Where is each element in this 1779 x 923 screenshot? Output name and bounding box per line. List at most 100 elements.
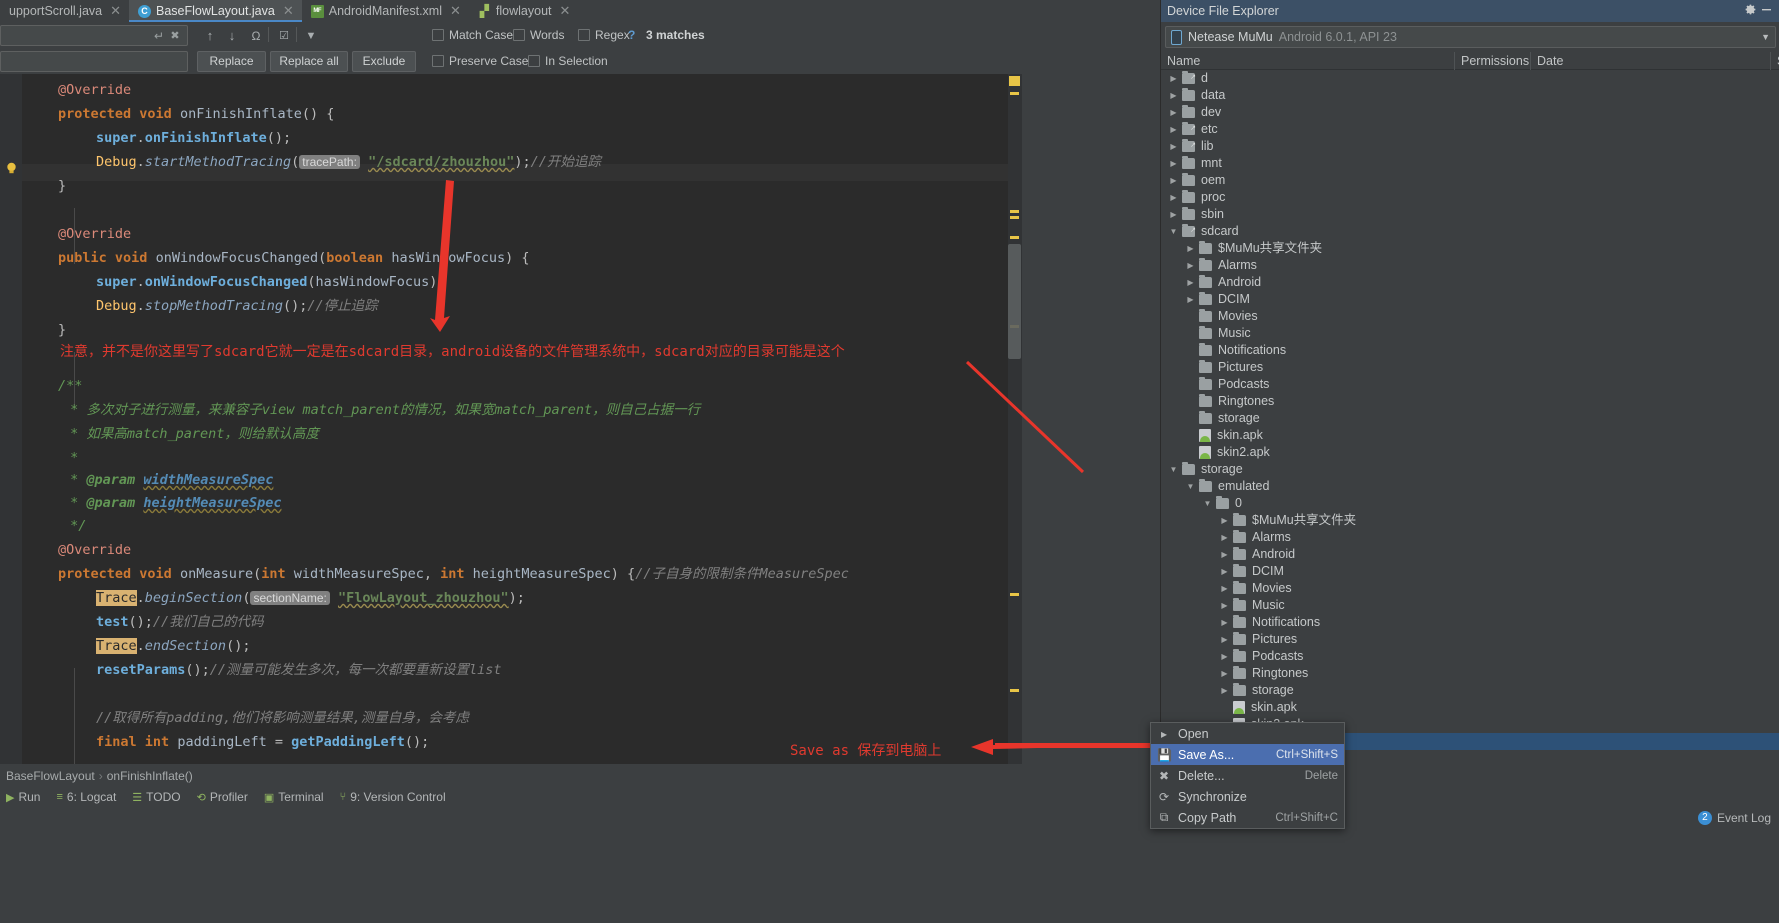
tree-row[interactable]: ▼storagedrwxr-xr-x2019-08-25 13:10	[1161, 461, 1779, 478]
tree-row[interactable]: ▶storagedrwxrwx--x2019-03-05 01:11	[1161, 682, 1779, 699]
marker[interactable]	[1010, 210, 1019, 213]
marker[interactable]	[1010, 216, 1019, 219]
tree-row[interactable]: ▶skin.apk-rw-rw----2019-03-05 01:191.7 M…	[1161, 427, 1779, 444]
chevron-right-icon[interactable]: ▶	[1169, 189, 1178, 206]
close-tab-icon[interactable]: ✕	[560, 3, 571, 19]
find-all-icon[interactable]: Ω	[248, 28, 264, 44]
event-log-button[interactable]: 2 Event Log	[1697, 811, 1771, 825]
tree-row[interactable]: ▶Ringtonesdrwxrwx--x2019-03-05 01:09	[1161, 393, 1779, 410]
chevron-right-icon[interactable]: ▶	[1220, 580, 1229, 597]
chevron-right-icon[interactable]: ▶	[1169, 138, 1178, 155]
find-next-icon[interactable]: ↓	[224, 28, 240, 44]
tree-row[interactable]: ▶Musicdrwxrwx--x2019-03-05 01:09	[1161, 597, 1779, 614]
gear-icon[interactable]	[1742, 3, 1758, 19]
tree-row[interactable]: ▶Moviesdrwxrwx--x2019-03-05 01:09	[1161, 580, 1779, 597]
tree-row[interactable]: ▶Picturesdrwxrwx--x2019-03-05 01:09	[1161, 359, 1779, 376]
regex-checkbox[interactable]: Regex	[578, 28, 630, 42]
chevron-down-icon[interactable]: ▼	[1169, 461, 1178, 478]
tree-row[interactable]: ▶skin2.apk-rw-rw----2019-03-05 01:201.7 …	[1161, 444, 1779, 461]
tree-row[interactable]: ▶Podcastsdrwxrwx--x2019-03-05 01:09	[1161, 648, 1779, 665]
close-tab-icon[interactable]: ✕	[450, 3, 461, 19]
context-menu-item-save-as-[interactable]: 💾 Save As... Ctrl+Shift+S	[1151, 744, 1344, 765]
regex-help-icon[interactable]: ?	[628, 28, 635, 42]
tree-row[interactable]: ▶etclrwxrwxrwx2019-08-25 13:10	[1161, 120, 1779, 138]
chevron-right-icon[interactable]: ▶	[1220, 529, 1229, 546]
tree-row[interactable]: ▶devdrwxr-xr-x2019-08-25 13:10	[1161, 104, 1779, 121]
exclude-button[interactable]: Exclude	[352, 51, 416, 72]
chevron-down-icon[interactable]: ▼	[1203, 495, 1212, 512]
minimize-icon[interactable]	[1758, 3, 1774, 19]
clear-search-icon[interactable]: ✖	[167, 28, 183, 44]
find-prev-icon[interactable]: ↑	[202, 28, 218, 44]
tool-window-6-logcat[interactable]: ≡ 6: Logcat	[56, 790, 116, 804]
select-all-occurrences-icon[interactable]: ☑	[276, 28, 292, 44]
chevron-down-icon[interactable]: ▼	[1186, 478, 1195, 495]
tree-row[interactable]: ▶$MuMu共享文件夹drwxrwx--x2019-03-05 01:11	[1161, 512, 1779, 529]
tree-row[interactable]: ▶Ringtonesdrwxrwx--x2019-03-05 01:09	[1161, 665, 1779, 682]
chevron-right-icon[interactable]: ▶	[1220, 631, 1229, 648]
marker[interactable]	[1010, 236, 1019, 239]
chevron-right-icon[interactable]: ▶	[1186, 291, 1195, 308]
tree-row[interactable]: ▶sbindrwxr-x---2019-08-25 13:10	[1161, 206, 1779, 223]
chevron-right-icon[interactable]: ▶	[1220, 597, 1229, 614]
context-menu-item-open[interactable]: ▸ Open	[1151, 723, 1344, 744]
tree-row[interactable]: ▼sdcardlrwxrwxrwx2019-08-25 13:10	[1161, 222, 1779, 240]
chevron-right-icon[interactable]: ▶	[1220, 563, 1229, 580]
preserve-case-checkbox[interactable]: Preserve Case	[432, 54, 528, 68]
chevron-right-icon[interactable]: ▶	[1169, 87, 1178, 104]
tree-row[interactable]: ▶Notificationsdrwxrwx--x2019-03-05 01:09	[1161, 614, 1779, 631]
chevron-right-icon[interactable]: ▶	[1169, 206, 1178, 223]
column-header-name[interactable]: Name	[1161, 52, 1455, 70]
words-checkbox[interactable]: Words	[513, 28, 564, 42]
context-menu-item-synchronize[interactable]: ⟳ Synchronize	[1151, 786, 1344, 807]
context-menu-item-copy-path[interactable]: ⧉ Copy Path Ctrl+Shift+C	[1151, 807, 1344, 828]
marker[interactable]	[1009, 76, 1020, 86]
editor-tab-3[interactable]: ▞ flowlayout ✕	[469, 0, 579, 22]
match-case-checkbox[interactable]: Match Case	[432, 28, 513, 42]
tree-row[interactable]: ▶Androiddrwxrwx--x2019-03-05 01:11	[1161, 546, 1779, 563]
close-tab-icon[interactable]: ✕	[110, 3, 121, 19]
chevron-down-icon[interactable]: ▼	[1761, 32, 1770, 42]
chevron-right-icon[interactable]: ▶	[1169, 70, 1178, 87]
tool-window-profiler[interactable]: ⟲ Profiler	[197, 790, 248, 804]
tree-row[interactable]: ▼emulateddrwx--x--x2019-03-05 01:09	[1161, 478, 1779, 495]
chevron-right-icon[interactable]: ▶	[1169, 172, 1178, 189]
marker[interactable]	[1010, 92, 1019, 95]
filter-icon[interactable]: ▼	[303, 28, 319, 44]
close-tab-icon[interactable]: ✕	[283, 3, 294, 19]
breadcrumb[interactable]: BaseFlowLayout › onFinishInflate()	[0, 766, 1160, 786]
context-menu-item-delete-[interactable]: ✖ Delete... Delete	[1151, 765, 1344, 786]
tree-row[interactable]: ▼0drwxrwx--x2019-08-25 13:51	[1161, 495, 1779, 512]
tree-row[interactable]: ▶Musicdrwxrwx--x2019-03-05 01:09	[1161, 325, 1779, 342]
column-header-date[interactable]: Date	[1531, 52, 1771, 70]
tree-row[interactable]: ▶Podcastsdrwxrwx--x2019-03-05 01:09	[1161, 376, 1779, 393]
editor-tab-2[interactable]: MF AndroidManifest.xml ✕	[302, 0, 469, 22]
editor-gutter[interactable]	[0, 74, 22, 764]
editor-tab-1[interactable]: C BaseFlowLayout.java ✕	[129, 0, 302, 22]
chevron-right-icon[interactable]: ▶	[1186, 240, 1195, 257]
tree-row[interactable]: ▶Alarmsdrwxrwx--x2019-03-05 01:09	[1161, 257, 1779, 274]
tree-row[interactable]: ▶Notificationsdrwxrwx--x2019-03-05 01:09	[1161, 342, 1779, 359]
chevron-right-icon[interactable]: ▶	[1169, 155, 1178, 172]
marker[interactable]	[1010, 593, 1019, 596]
tree-row[interactable]: ▶datadrwxrwx--x2019-03-05 01:09	[1161, 87, 1779, 104]
chevron-right-icon[interactable]: ▶	[1220, 512, 1229, 529]
replace-input[interactable]	[0, 51, 188, 72]
chevron-right-icon[interactable]: ▶	[1220, 546, 1229, 563]
tool-window-run[interactable]: ▶ Run	[6, 790, 40, 804]
tree-row[interactable]: ▶Moviesdrwxrwx--x2019-03-05 01:09	[1161, 308, 1779, 325]
chevron-right-icon[interactable]: ▶	[1169, 104, 1178, 121]
tree-row[interactable]: ▶procdr-xr-xr-x2019-08-25 13:10	[1161, 189, 1779, 206]
tool-window-terminal[interactable]: ▣ Terminal	[264, 790, 324, 804]
chevron-right-icon[interactable]: ▶	[1220, 682, 1229, 699]
tree-row[interactable]: ▶$MuMu共享文件夹drwxrwx--x2019-03-05 01:11	[1161, 240, 1779, 257]
device-file-tree[interactable]: ▶dlrwxrwxrwx2019-08-25 13:10▶datadrwxrwx…	[1161, 70, 1779, 786]
tree-row[interactable]: ▶skin.apk-rw-rw----2019-03-05 01:191.7 M…	[1161, 699, 1779, 716]
chevron-down-icon[interactable]: ▼	[1169, 223, 1178, 240]
tree-row[interactable]: ▶oemdrwxr-xr-x2019-08-25 13:10	[1161, 172, 1779, 189]
tree-row[interactable]: ▶dlrwxrwxrwx2019-08-25 13:10	[1161, 70, 1779, 87]
chevron-right-icon[interactable]: ▶	[1186, 274, 1195, 291]
marker[interactable]	[1010, 689, 1019, 692]
chevron-right-icon[interactable]: ▶	[1220, 665, 1229, 682]
in-selection-checkbox[interactable]: In Selection	[528, 54, 608, 68]
